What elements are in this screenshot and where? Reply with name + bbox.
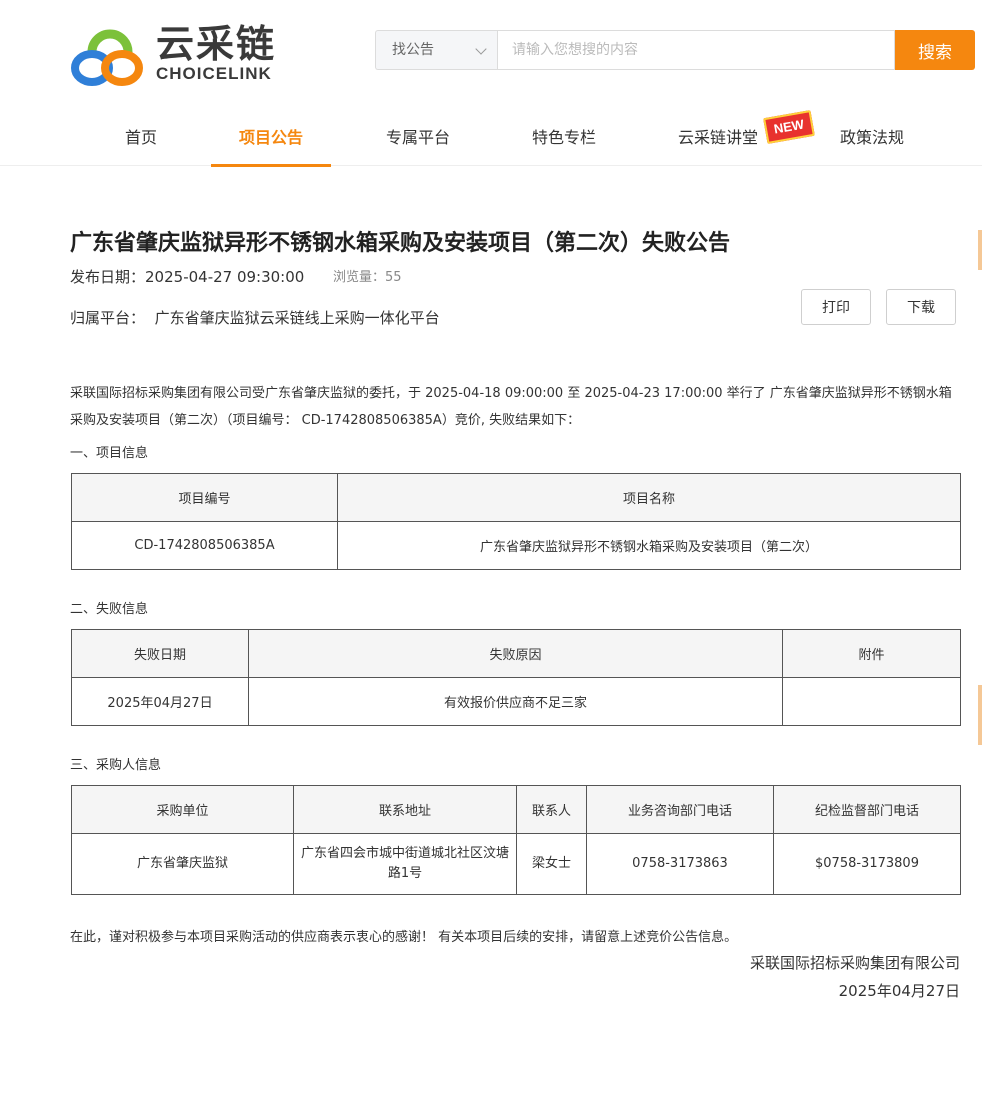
table-header-cell: 附件 xyxy=(782,629,961,678)
chevron-down-icon xyxy=(475,43,487,55)
table-header-cell: 纪检监督部门电话 xyxy=(773,785,961,834)
page-title: 广东省肇庆监狱异形不锈钢水箱采购及安装项目（第二次）失败公告 xyxy=(70,231,731,256)
closing-paragraph: 在此，谨对积极参与本项目采购活动的供应商表示衷心的感谢！ 有关本项目后续的安排，… xyxy=(70,930,738,945)
table-header-cell: 采购单位 xyxy=(71,785,294,834)
table-header-cell: 联系人 xyxy=(516,785,587,834)
site-header: 云采链 CHOICELINK 找公告 搜索 xyxy=(0,0,982,110)
publish-date-value: 2025-04-27 09:30:00 xyxy=(145,268,305,286)
logo-text-cn: 云采链 xyxy=(156,22,277,66)
search-bar: 找公告 搜索 xyxy=(375,30,975,70)
nav-lecture-hall[interactable]: 云采链讲堂 xyxy=(663,110,773,166)
search-type-select[interactable]: 找公告 xyxy=(375,30,497,70)
download-button[interactable]: 下载 xyxy=(886,289,956,325)
project-info-table: 项目编号 项目名称 CD-1742808506385A 广东省肇庆监狱异形不锈钢… xyxy=(71,473,961,570)
table-cell: 梁女士 xyxy=(516,833,587,895)
table-cell: 有效报价供应商不足三家 xyxy=(248,677,783,726)
table-cell: CD-1742808506385A xyxy=(71,521,338,570)
nav-policies[interactable]: 政策法规 xyxy=(826,110,918,166)
publish-date-label: 发布日期： xyxy=(70,268,146,286)
search-type-label: 找公告 xyxy=(392,42,434,58)
main-nav: 首页 项目公告 专属平台 特色专栏 云采链讲堂 政策法规 xyxy=(0,110,982,167)
view-count: 浏览量：55 xyxy=(333,268,402,288)
table-header-cell: 项目编号 xyxy=(71,473,338,522)
table-row: 2025年04月27日 有效报价供应商不足三家 xyxy=(71,677,961,726)
platform-info: 归属平台： 广东省肇庆监狱云采链线上采购一体化平台 xyxy=(70,306,440,330)
table-header-cell: 业务咨询部门电话 xyxy=(586,785,774,834)
logo-text-en: CHOICELINK xyxy=(156,64,272,83)
table-header-row: 项目编号 项目名称 xyxy=(71,473,961,522)
signature-org: 采联国际招标采购集团有限公司 xyxy=(749,954,960,972)
nav-project-notices[interactable]: 项目公告 xyxy=(211,110,331,167)
nav-home[interactable]: 首页 xyxy=(111,110,171,166)
table-header-row: 采购单位 联系地址 联系人 业务咨询部门电话 纪检监督部门电话 xyxy=(71,785,961,834)
table-cell: 广东省肇庆监狱异形不锈钢水箱采购及安装项目（第二次） xyxy=(337,521,961,570)
side-float-tab[interactable] xyxy=(978,230,982,270)
table-cell: $0758-3173809 xyxy=(773,833,961,895)
table-cell: 广东省四会市城中街道城北社区汶塘路1号 xyxy=(293,833,517,895)
table-header-row: 失败日期 失败原因 附件 xyxy=(71,629,961,678)
search-button[interactable]: 搜索 xyxy=(895,30,975,70)
table-cell: 2025年04月27日 xyxy=(71,677,249,726)
publish-date: 发布日期：2025-04-27 09:30:00 xyxy=(70,266,304,288)
side-float-tab-lower[interactable] xyxy=(978,685,982,745)
failure-info-table: 失败日期 失败原因 附件 2025年04月27日 有效报价供应商不足三家 xyxy=(71,629,961,726)
signature-date: 2025年04月27日 xyxy=(838,982,960,1000)
section-failure-info-label: 二、失败信息 xyxy=(70,602,149,617)
attachment-cell[interactable] xyxy=(782,677,961,726)
table-header-cell: 项目名称 xyxy=(337,473,961,522)
nav-exclusive-platform[interactable]: 专属平台 xyxy=(371,110,465,166)
table-row: CD-1742808506385A 广东省肇庆监狱异形不锈钢水箱采购及安装项目（… xyxy=(71,521,961,570)
table-header-cell: 失败原因 xyxy=(248,629,783,678)
table-cell: 广东省肇庆监狱 xyxy=(71,833,294,895)
table-cell: 0758-3173863 xyxy=(586,833,774,895)
section-project-info-label: 一、项目信息 xyxy=(70,446,149,461)
section-purchaser-info-label: 三、采购人信息 xyxy=(70,758,162,773)
view-count-label: 浏览量： xyxy=(333,270,386,285)
intro-paragraph: 采联国际招标采购集团有限公司受广东省肇庆监狱的委托，于 2025-04-18 0… xyxy=(70,386,952,428)
print-button[interactable]: 打印 xyxy=(801,289,871,325)
platform-label: 归属平台： xyxy=(70,309,146,327)
view-count-value: 55 xyxy=(385,270,402,285)
nav-featured-column[interactable]: 特色专栏 xyxy=(516,110,612,166)
table-header-cell: 联系地址 xyxy=(293,785,517,834)
table-header-cell: 失败日期 xyxy=(71,629,249,678)
site-logo[interactable]: 云采链 CHOICELINK xyxy=(70,22,285,88)
platform-value: 广东省肇庆监狱云采链线上采购一体化平台 xyxy=(154,309,440,327)
logo-chain-icon xyxy=(71,29,143,86)
table-row: 广东省肇庆监狱 广东省四会市城中街道城北社区汶塘路1号 梁女士 0758-317… xyxy=(71,833,961,895)
search-input[interactable] xyxy=(497,30,895,70)
purchaser-info-table: 采购单位 联系地址 联系人 业务咨询部门电话 纪检监督部门电话 广东省肇庆监狱 … xyxy=(71,785,961,895)
